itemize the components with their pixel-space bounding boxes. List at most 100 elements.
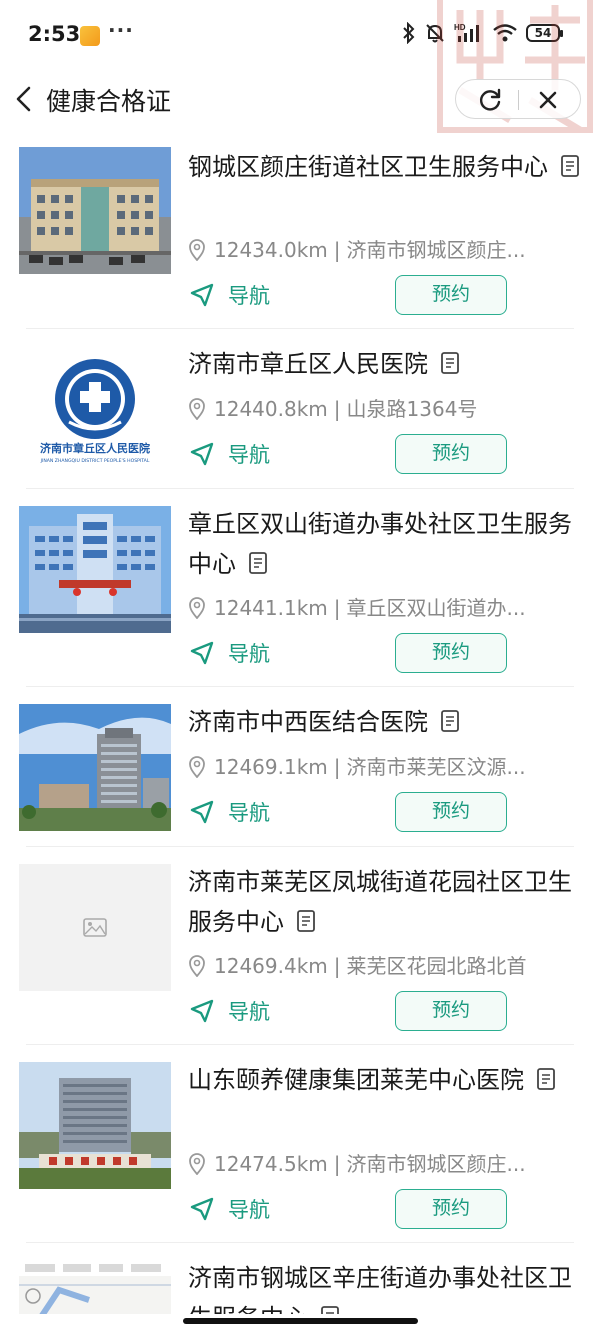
bluetooth-icon	[403, 22, 415, 44]
home-indicator[interactable]	[183, 1318, 418, 1324]
location-pin-icon	[189, 1152, 205, 1175]
document-icon[interactable]	[560, 154, 580, 178]
distance-text: 12434.0km	[214, 238, 328, 262]
navigate-button[interactable]: 导航	[188, 437, 270, 471]
location-pin-icon	[189, 397, 205, 420]
navigate-label: 导航	[228, 1000, 270, 1024]
distance-text: 12474.5km	[214, 1152, 328, 1176]
book-appointment-button[interactable]: 预约	[395, 633, 507, 673]
page-title: 健康合格证	[46, 87, 172, 116]
hospital-logo-image: 济南市章丘区人民医院 JINAN ZHANGQIU DISTRICT PEOPL…	[19, 344, 171, 471]
clinic-location: 12434.0km | 济南市钢城区颜庄...	[188, 235, 568, 265]
close-icon[interactable]	[534, 86, 562, 114]
address-text: 济南市莱芜区汶源...	[346, 755, 526, 779]
address-text: 济南市钢城区颜庄...	[346, 1152, 526, 1176]
document-icon[interactable]	[440, 351, 460, 375]
location-pin-icon	[189, 954, 205, 977]
clinic-location: 12474.5km | 济南市钢城区颜庄...	[188, 1149, 568, 1179]
clinic-location: 12440.8km | 山泉路1364号	[188, 394, 568, 424]
clinic-location: 12469.4km | 莱芜区花园北路北首	[188, 951, 568, 981]
clinic-location: 12469.1km | 济南市莱芜区汶源...	[188, 752, 568, 782]
navigate-label: 导航	[228, 801, 270, 825]
logo-subtext: JINAN ZHANGQIU DISTRICT PEOPLE'S HOSPITA…	[40, 458, 150, 464]
document-icon[interactable]	[536, 1067, 556, 1091]
clinic-name-text: 山东颐养健康集团莱芜中心医院	[188, 1066, 524, 1094]
clinic-photo	[19, 147, 171, 274]
navigation-arrow-icon	[190, 641, 214, 665]
distance-text: 12441.1km	[214, 596, 328, 620]
navigation-arrow-icon	[190, 283, 214, 307]
distance-text: 12440.8km	[214, 397, 328, 421]
clinic-name-text: 济南市章丘区人民医院	[188, 350, 428, 378]
book-appointment-button[interactable]: 预约	[395, 1189, 507, 1229]
navigation-arrow-icon	[190, 999, 214, 1023]
document-icon[interactable]	[320, 1305, 340, 1314]
map-thumbnail	[19, 1260, 171, 1314]
status-more-indicator: ···	[108, 18, 134, 42]
header-bar: 健康合格证	[0, 70, 600, 132]
navigate-button[interactable]: 导航	[188, 278, 270, 312]
separator: |	[333, 397, 341, 421]
navigate-label: 导航	[228, 443, 270, 467]
clinic-name[interactable]: 济南市中西医结合医院	[188, 702, 583, 742]
clinic-photo	[19, 704, 171, 831]
navigate-button[interactable]: 导航	[188, 636, 270, 670]
list-item[interactable]: 济南市钢城区辛庄街道办事处社区卫生服务中心	[0, 1242, 600, 1314]
list-divider	[26, 1044, 574, 1045]
book-appointment-button[interactable]: 预约	[395, 275, 507, 315]
list-divider	[26, 846, 574, 847]
navigation-arrow-icon	[190, 800, 214, 824]
capsule-divider	[518, 90, 519, 110]
navigate-label: 导航	[228, 284, 270, 308]
clinic-name-text: 济南市中西医结合医院	[188, 708, 428, 736]
separator: |	[333, 1152, 341, 1176]
clinic-name-text: 济南市钢城区辛庄街道办事处社区卫生服务中心	[188, 1264, 572, 1314]
clinic-name[interactable]: 章丘区双山街道办事处社区卫生服务中心	[188, 504, 583, 584]
separator: |	[333, 954, 341, 978]
book-appointment-button[interactable]: 预约	[395, 991, 507, 1031]
navigate-label: 导航	[228, 642, 270, 666]
clinic-name-text: 钢城区颜庄街道社区卫生服务中心	[188, 153, 548, 181]
document-icon[interactable]	[248, 551, 268, 575]
separator: |	[333, 596, 341, 620]
miniapp-capsule	[455, 79, 581, 119]
image-placeholder	[19, 864, 171, 991]
clinic-photo	[19, 506, 171, 633]
clinic-location: 12441.1km | 章丘区双山街道办...	[188, 593, 568, 623]
document-icon[interactable]	[296, 909, 316, 933]
navigation-arrow-icon	[190, 1197, 214, 1221]
list-divider	[26, 686, 574, 687]
refresh-icon[interactable]	[476, 86, 504, 114]
list-divider	[26, 488, 574, 489]
distance-text: 12469.4km	[214, 954, 328, 978]
navigate-button[interactable]: 导航	[188, 795, 270, 829]
clinic-name[interactable]: 济南市钢城区辛庄街道办事处社区卫生服务中心	[188, 1258, 583, 1314]
address-text: 山泉路1364号	[346, 397, 478, 421]
image-placeholder-icon	[83, 918, 107, 937]
status-time: 2:53	[28, 22, 81, 46]
clinic-name[interactable]: 山东颐养健康集团莱芜中心医院	[188, 1060, 583, 1100]
clinic-name-text: 章丘区双山街道办事处社区卫生服务中心	[188, 510, 572, 578]
separator: |	[333, 755, 341, 779]
document-icon[interactable]	[440, 709, 460, 733]
location-pin-icon	[189, 755, 205, 778]
navigate-button[interactable]: 导航	[188, 1192, 270, 1226]
clinic-photo	[19, 1062, 171, 1189]
distance-text: 12469.1km	[214, 755, 328, 779]
back-arrow-icon[interactable]	[12, 84, 36, 114]
logo-text: 济南市章丘区人民医院	[40, 441, 150, 455]
navigate-button[interactable]: 导航	[188, 994, 270, 1028]
address-text: 济南市钢城区颜庄...	[346, 238, 526, 262]
clinic-name[interactable]: 钢城区颜庄街道社区卫生服务中心	[188, 147, 583, 187]
location-pin-icon	[189, 238, 205, 261]
address-text: 章丘区双山街道办...	[346, 596, 526, 620]
clinic-name[interactable]: 济南市章丘区人民医院	[188, 344, 583, 384]
book-appointment-button[interactable]: 预约	[395, 792, 507, 832]
book-appointment-button[interactable]: 预约	[395, 434, 507, 474]
clinic-name[interactable]: 济南市莱芜区凤城街道花园社区卫生服务中心	[188, 862, 583, 942]
separator: |	[333, 238, 341, 262]
navigate-label: 导航	[228, 1198, 270, 1222]
location-pin-icon	[189, 596, 205, 619]
clinic-name-text: 济南市莱芜区凤城街道花园社区卫生服务中心	[188, 868, 572, 936]
navigation-arrow-icon	[190, 442, 214, 466]
